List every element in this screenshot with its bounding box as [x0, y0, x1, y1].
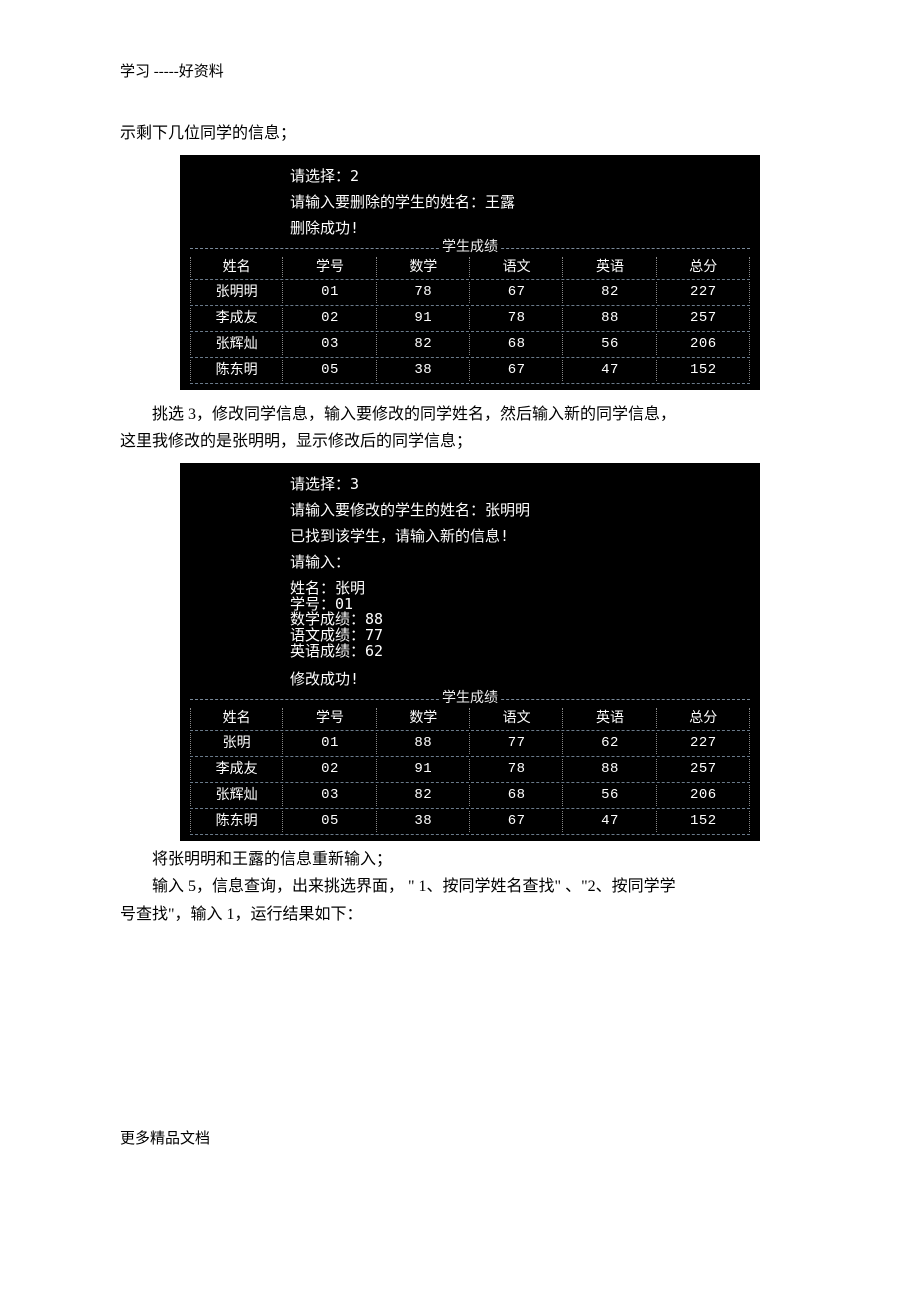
t2-select: 请选择：3: [180, 471, 760, 497]
para3b: 输入 5，信息查询，出来挑选界面， " 1、按同学姓名查找" 、"2、按同学学: [120, 874, 800, 900]
t1-h0: 姓名: [190, 255, 283, 280]
terminal-delete: 请选择：2 请输入要删除的学生的姓名：王露 删除成功! 学生成绩 姓名 学号 数…: [180, 155, 760, 390]
t1-input: 请输入要删除的学生的姓名：王露: [180, 189, 760, 215]
t1-h4: 英语: [563, 255, 656, 280]
t1-h5: 总分: [657, 255, 750, 280]
intro-text-1: 示剩下几位同学的信息；: [120, 121, 800, 147]
t1-table-title: 学生成绩: [440, 239, 500, 256]
table-row: 李成友 02 91 78 88 257: [190, 306, 750, 331]
t2-please: 请输入：: [180, 549, 760, 575]
t1-table: 学生成绩 姓名 学号 数学 语文 英语 总分 张明明 01 78 67 82 2…: [180, 241, 760, 384]
table-row: 张辉灿 03 82 68 56 206: [190, 332, 750, 357]
t2-found: 已找到该学生，请输入新的信息!: [180, 523, 760, 549]
table-row: 陈东明 05 38 67 47 152: [190, 809, 750, 834]
para2b: 这里我修改的是张明明，显示修改后的同学信息；: [120, 429, 800, 455]
para3a: 将张明明和王露的信息重新输入；: [120, 847, 800, 873]
t1-result: 删除成功!: [180, 215, 760, 241]
terminal-modify: 请选择：3 请输入要修改的学生的姓名：张明明 已找到该学生，请输入新的信息! 请…: [180, 463, 760, 841]
t2-f3: 语文成绩：77: [180, 628, 760, 644]
t2-f1: 学号：01: [180, 597, 760, 613]
table-row: 李成友 02 91 78 88 257: [190, 757, 750, 782]
t1-h2: 数学: [377, 255, 470, 280]
table-row: 张明 01 88 77 62 227: [190, 731, 750, 756]
t1-h3: 语文: [470, 255, 563, 280]
t2-input: 请输入要修改的学生的姓名：张明明: [180, 497, 760, 523]
t2-f0: 姓名：张明: [180, 581, 760, 597]
page-header: 学习 -----好资料: [120, 60, 800, 81]
t1-h1: 学号: [283, 255, 376, 280]
t1-header-row: 姓名 学号 数学 语文 英语 总分: [190, 255, 750, 280]
t2-result: 修改成功!: [180, 666, 760, 692]
table-row: 张明明 01 78 67 82 227: [190, 280, 750, 305]
table-row: 张辉灿 03 82 68 56 206: [190, 783, 750, 808]
t2-f4: 英语成绩：62: [180, 644, 760, 660]
t2-header-row: 姓名 学号 数学 语文 英语 总分: [190, 706, 750, 731]
table-row: 陈东明 05 38 67 47 152: [190, 358, 750, 383]
page-footer: 更多精品文档: [120, 1127, 800, 1148]
t2-table-title: 学生成绩: [440, 690, 500, 707]
t1-select: 请选择：2: [180, 163, 760, 189]
para2a: 挑选 3，修改同学信息，输入要修改的同学姓名，然后输入新的同学信息，: [120, 402, 800, 428]
t1-table-title-row: 学生成绩: [190, 241, 750, 255]
para3c: 号查找"，输入 1，运行结果如下：: [120, 902, 800, 928]
t2-table: 学生成绩 姓名 学号 数学 语文 英语 总分 张明 01 88 77 62 22…: [180, 692, 760, 835]
t2-table-title-row: 学生成绩: [190, 692, 750, 706]
t2-f2: 数学成绩：88: [180, 612, 760, 628]
